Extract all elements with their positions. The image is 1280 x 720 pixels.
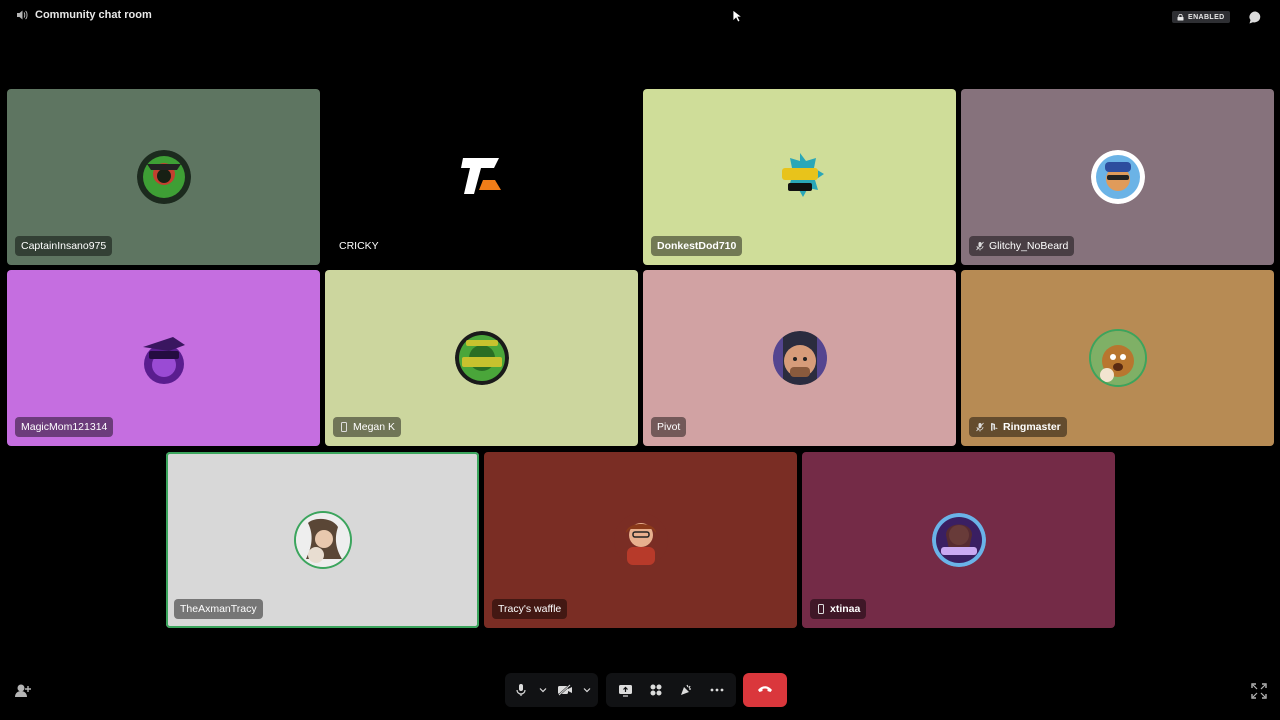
participant-name: Glitchy_NoBeard: [969, 236, 1075, 256]
screen-share-icon[interactable]: [613, 676, 637, 704]
soundboard-icon[interactable]: [674, 676, 698, 704]
more-icon[interactable]: [705, 676, 729, 704]
avatar: [772, 331, 827, 385]
participant-name: Megan K: [333, 417, 402, 437]
actions-group: [606, 673, 736, 707]
muted-mic-icon: [976, 422, 984, 432]
participant-tile[interactable]: Pivot: [643, 270, 956, 446]
avatar: [455, 150, 509, 204]
lock-icon: [1177, 13, 1184, 20]
participant-name: TheAxmanTracy: [174, 599, 263, 619]
participant-tile[interactable]: CRICKY: [325, 89, 638, 265]
phone-hangup-icon: [757, 681, 773, 699]
avatar: [613, 513, 668, 567]
avatar: [137, 331, 191, 385]
mic-options-chevron-down-icon[interactable]: [533, 676, 553, 704]
avatar: [931, 513, 986, 567]
activities-icon[interactable]: [644, 676, 668, 704]
playstation-icon: [991, 423, 998, 431]
chat-icon[interactable]: [1248, 10, 1263, 25]
avatar: [1090, 331, 1145, 385]
muted-mic-icon: [976, 241, 984, 251]
audio-video-group: [505, 673, 598, 707]
mobile-icon: [341, 422, 347, 432]
participant-tile[interactable]: Ringmaster: [961, 270, 1274, 446]
participant-name: Ringmaster: [969, 417, 1067, 437]
avatar: [136, 150, 191, 204]
participant-tile[interactable]: DonkestDod710: [643, 89, 956, 265]
top-bar: Community chat room ENABLED: [0, 0, 1280, 34]
microphone-icon[interactable]: [509, 676, 533, 704]
participant-name-text: Ringmaster: [1003, 421, 1061, 433]
participant-name: DonkestDod710: [651, 236, 743, 256]
participant-tile[interactable]: Tracy's waffle: [484, 452, 797, 628]
participant-name-text: Megan K: [353, 421, 396, 433]
call-controls: [0, 670, 1280, 710]
participant-tile[interactable]: Glitchy_NoBeard: [961, 89, 1274, 265]
avatar: [772, 150, 827, 204]
avatar: [454, 331, 509, 385]
mobile-icon: [818, 604, 824, 614]
participant-tile[interactable]: MagicMom121314: [7, 270, 320, 446]
participant-tile[interactable]: CaptainInsano975: [7, 89, 320, 265]
participant-name-text: xtinaa: [830, 603, 861, 615]
enabled-badge[interactable]: ENABLED: [1172, 11, 1230, 23]
participant-tile-speaking[interactable]: TheAxmanTracy: [166, 452, 479, 628]
participant-name: Pivot: [651, 417, 687, 437]
participant-name: CaptainInsano975: [15, 236, 113, 256]
camera-off-icon[interactable]: [553, 676, 577, 704]
fullscreen-icon[interactable]: [1251, 683, 1267, 699]
participant-tile[interactable]: xtinaa: [802, 452, 1115, 628]
camera-options-chevron-down-icon[interactable]: [577, 676, 597, 704]
participant-name: CRICKY: [339, 240, 379, 252]
room-header: Community chat room: [16, 9, 152, 21]
avatar: [1090, 150, 1145, 204]
speaker-icon: [16, 9, 28, 21]
participant-name-text: Glitchy_NoBeard: [989, 240, 1069, 252]
enabled-label: ENABLED: [1188, 13, 1225, 21]
mouse-cursor-icon: [732, 9, 744, 28]
participant-name: MagicMom121314: [15, 417, 114, 437]
avatar: [295, 513, 350, 567]
participant-tile[interactable]: Megan K: [325, 270, 638, 446]
room-title: Community chat room: [35, 9, 152, 21]
participant-name: xtinaa: [810, 599, 867, 619]
participant-name: Tracy's waffle: [492, 599, 568, 619]
disconnect-button[interactable]: [743, 673, 787, 707]
